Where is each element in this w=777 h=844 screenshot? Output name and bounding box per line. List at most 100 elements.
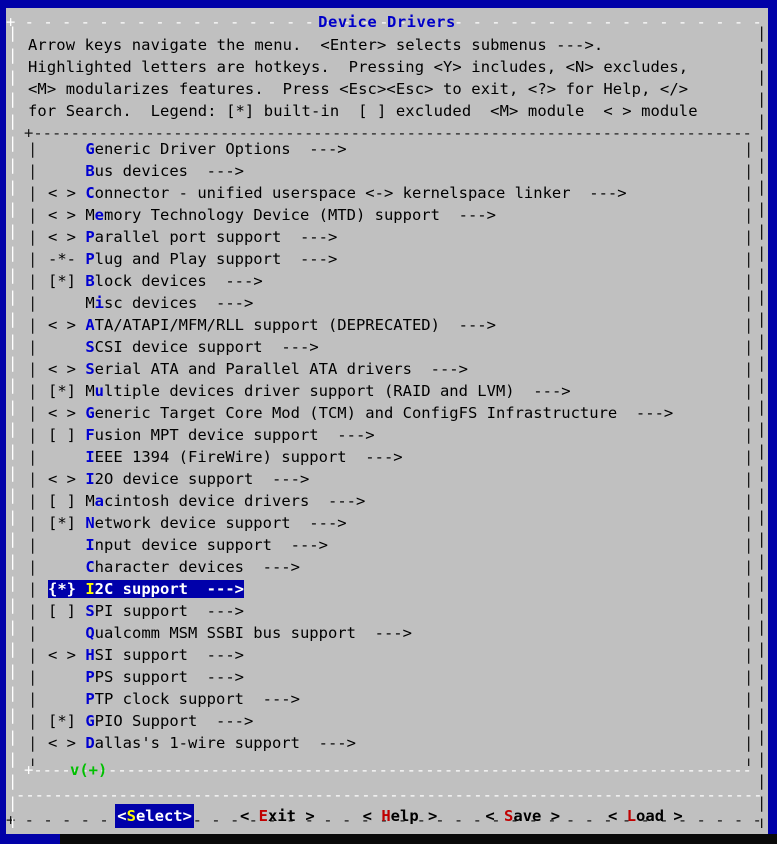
window-chrome-bottom-accent	[0, 834, 60, 844]
button-label: oad	[636, 807, 665, 825]
menu-item-label: us devices	[94, 162, 188, 180]
menu-item-label: PS support	[94, 668, 188, 686]
menu-item[interactable]: Character devices --->	[48, 556, 748, 578]
menu-item[interactable]: IEEE 1394 (FireWire) support --->	[48, 446, 748, 468]
menu-item[interactable]: [*] Network device support --->	[48, 512, 748, 534]
menu-item-selected[interactable]: {*} I2C support --->	[48, 578, 748, 600]
menu-item-content: [ ] SPI support --->	[48, 602, 244, 620]
submenu-arrow-icon: --->	[188, 602, 244, 620]
menu-item[interactable]: [*] Multiple devices driver support (RAI…	[48, 380, 748, 402]
menu-item-state-marker: [*]	[48, 514, 86, 532]
submenu-arrow-icon: --->	[197, 712, 254, 730]
menu-item-hotkey: S	[85, 602, 95, 620]
menu-item[interactable]: -*- Plug and Play support --->	[48, 248, 748, 270]
menu-item-hotkey: B	[85, 162, 95, 180]
menu-item[interactable]: PTP clock support --->	[48, 688, 748, 710]
menuconfig-dialog: + - - - - - - - - - - - - - - - - - - - …	[6, 8, 768, 834]
menu-item-state-marker: < >	[48, 404, 86, 422]
menu-item[interactable]: < > Memory Technology Device (MTD) suppo…	[48, 204, 748, 226]
menu-item-hotkey: Q	[85, 624, 95, 642]
button-bracket-open: <	[362, 807, 382, 825]
help-line: <M> modularizes features. Press <Esc><Es…	[28, 80, 689, 98]
window-chrome-bottom	[0, 834, 777, 844]
submenu-arrow-icon: --->	[290, 514, 347, 532]
menu-item[interactable]: [*] Block devices --->	[48, 270, 748, 292]
menu-item[interactable]: < > ATA/ATAPI/MFM/RLL support (DEPRECATE…	[48, 314, 748, 336]
menu-item[interactable]: [ ] SPI support --->	[48, 600, 748, 622]
menu-item-hotkey: I	[85, 580, 95, 598]
menu-item[interactable]: Misc devices --->	[48, 292, 748, 314]
menu-item-state-marker: < >	[48, 206, 86, 224]
submenu-arrow-icon: --->	[188, 580, 244, 598]
button-bar: <Select> < Exit > < Help > < Save > < Load >	[6, 803, 768, 829]
menu-item-content: SCSI device support --->	[48, 338, 319, 356]
button-bracket-open: <	[485, 807, 505, 825]
menu-item-hotkey: C	[85, 184, 95, 202]
menu-item-content: PTP clock support --->	[48, 690, 300, 708]
submenu-arrow-icon: --->	[439, 316, 496, 334]
menu-item[interactable]: < > HSI support --->	[48, 644, 748, 666]
menu-item-label: haracter devices	[94, 558, 244, 576]
menu-item-state-marker	[48, 448, 85, 466]
menu-item-hotkey: F	[85, 426, 95, 444]
menu-item[interactable]: SCSI device support --->	[48, 336, 748, 358]
menu-item[interactable]: < > Connector - unified userspace <-> ke…	[48, 182, 748, 204]
menu-item-label: cintosh device drivers	[104, 492, 310, 510]
menu-item[interactable]: < > I2O device support --->	[48, 468, 748, 490]
button-hotkey: S	[504, 807, 514, 825]
submenu-arrow-icon: --->	[262, 338, 319, 356]
xit-button[interactable]: < Exit >	[238, 804, 317, 828]
menu-item-label: erial ATA and Parallel ATA drivers	[94, 360, 412, 378]
menu-item-label: CSI device support	[94, 338, 263, 356]
menu-item-label: EEE 1394 (FireWire) support	[94, 448, 347, 466]
submenu-arrow-icon: --->	[206, 272, 263, 290]
menu-item-content: [*] Block devices --->	[48, 272, 263, 290]
menu-item[interactable]: < > Parallel port support --->	[48, 226, 748, 248]
menu-item-state-marker: {*}	[48, 580, 86, 598]
menu-item-state-marker: < >	[48, 360, 86, 378]
help-line: Arrow keys navigate the menu. <Enter> se…	[28, 36, 604, 54]
menu-item-hotkey: S	[85, 338, 95, 356]
button-bracket-close: >	[541, 807, 561, 825]
elect-button[interactable]: <Select>	[115, 804, 194, 828]
menu-item[interactable]: < > Serial ATA and Parallel ATA drivers …	[48, 358, 748, 380]
help-line: Highlighted letters are hotkeys. Pressin…	[28, 58, 689, 76]
menu-item[interactable]: Input device support --->	[48, 534, 748, 556]
scroll-down-indicator[interactable]: v(+)	[70, 762, 107, 778]
menu-item-content: -*- Plug and Play support --->	[48, 250, 337, 268]
menu-item[interactable]: [ ] Macintosh device drivers --->	[48, 490, 748, 512]
menu-item[interactable]: < > Generic Target Core Mod (TCM) and Co…	[48, 402, 748, 424]
menu-item-label: eneric Target Core Mod (TCM) and ConfigF…	[94, 404, 618, 422]
menu-item-label: nput device support	[94, 536, 272, 554]
menu-item-hotkey: P	[85, 690, 95, 708]
menu-item-state-marker	[48, 140, 85, 158]
submenu-arrow-icon: --->	[439, 206, 496, 224]
menu-item-state-marker: < >	[48, 316, 86, 334]
button-bracket-close: >	[295, 807, 315, 825]
elp-button[interactable]: < Help >	[361, 804, 440, 828]
menu-item[interactable]: Bus devices --->	[48, 160, 748, 182]
submenu-arrow-icon: --->	[188, 646, 244, 664]
menu-item[interactable]: [ ] Fusion MPT device support --->	[48, 424, 748, 446]
menu-item[interactable]: [*] GPIO Support --->	[48, 710, 748, 732]
menu-item[interactable]: < > Dallas's 1-wire support --->	[48, 732, 748, 754]
menu-item-hotkey: D	[85, 734, 95, 752]
menu-item-state-marker: < >	[48, 734, 86, 752]
ave-button[interactable]: < Save >	[483, 804, 562, 828]
menu-item-content: < > Dallas's 1-wire support --->	[48, 734, 356, 752]
menu-item-hotkey: u	[94, 382, 105, 400]
menu-item[interactable]: PPS support --->	[48, 666, 748, 688]
menu-item[interactable]: Qualcomm MSM SSBI bus support --->	[48, 622, 748, 644]
menu-item-label: ltiple devices driver support (RAID and …	[104, 382, 515, 400]
menu-item-state-marker	[48, 536, 85, 554]
menu-item-label: arallel port support	[94, 228, 282, 246]
oad-button[interactable]: < Load >	[606, 804, 685, 828]
submenu-arrow-icon: --->	[346, 448, 403, 466]
menu-item-hotkey: a	[94, 492, 105, 510]
submenu-arrow-icon: --->	[318, 426, 375, 444]
menu-item-state-marker	[48, 558, 85, 576]
dialog-border-right: | | | | | | | | | | | | | | | | | | | | …	[757, 24, 767, 828]
menu-item-state-marker	[48, 668, 85, 686]
menu-item-label-pre: M	[85, 294, 95, 312]
menu-item[interactable]: Generic Driver Options --->	[48, 138, 748, 160]
